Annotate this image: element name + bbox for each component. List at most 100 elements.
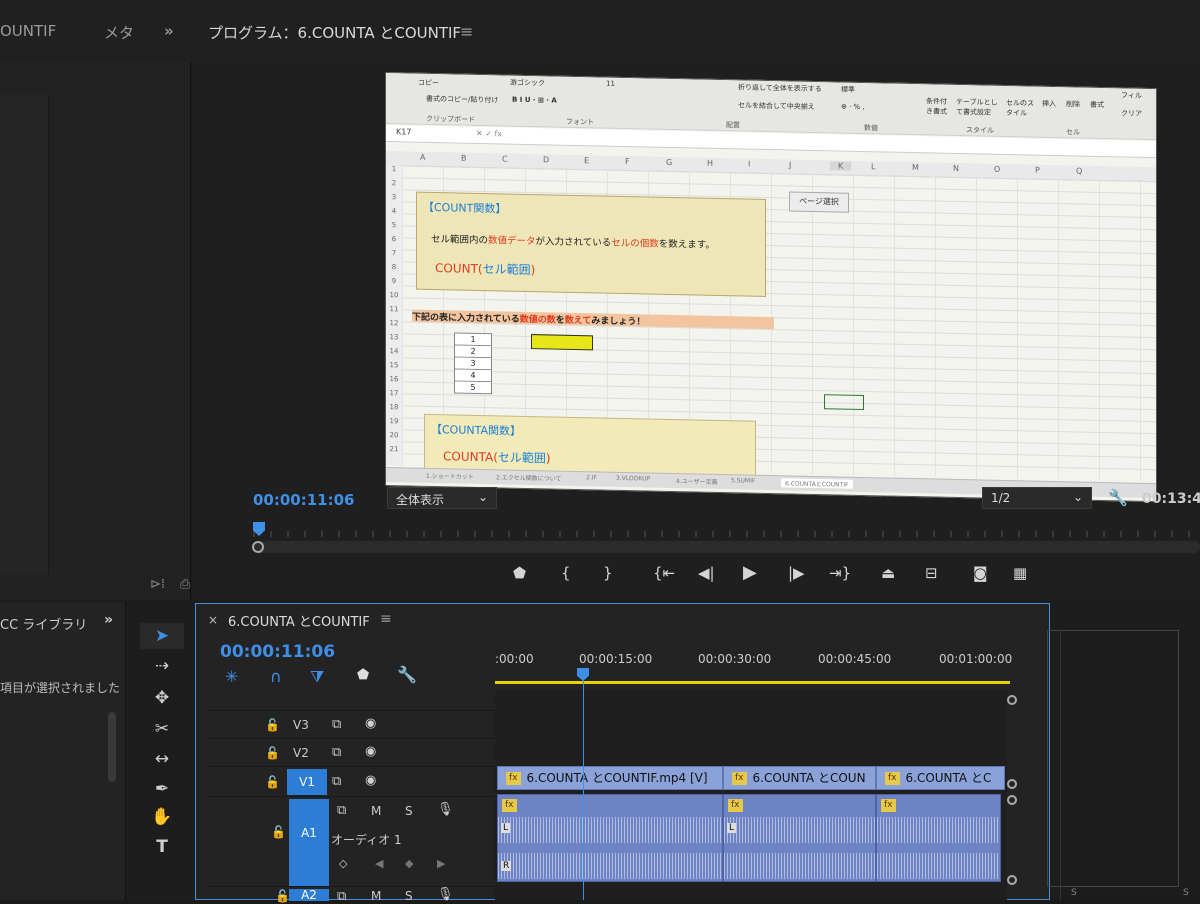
scroll-handle[interactable] [1007,875,1017,885]
extract-icon[interactable]: ⊟ [925,564,938,582]
linked-selection-icon[interactable]: ⧩ [310,667,324,687]
play-icon[interactable]: ▶ [743,562,757,583]
mute-button[interactable]: M [371,889,381,903]
camera-icon[interactable]: ◙ [973,564,988,582]
keyframe-icon[interactable]: ◇ [339,857,347,870]
column-header[interactable]: E [584,156,589,165]
track-label-active[interactable]: V1 [287,769,327,795]
row-header[interactable]: 17 [386,389,402,397]
playhead-timecode[interactable]: 00:00:11:06 [253,491,355,509]
chevrons-right-icon[interactable]: » [104,612,113,628]
sheet-tab[interactable]: 5.SUMIF [731,477,755,485]
slip-icon[interactable]: ↔ [140,746,184,772]
tab-source[interactable]: OUNTIF [0,22,56,40]
export-icon[interactable]: ⎙ [180,577,190,592]
step-forward-icon[interactable]: |▶ [788,564,805,582]
step-back-icon[interactable]: ◀| [698,564,715,582]
add-marker-icon[interactable]: ⬟ [357,667,369,683]
row-header[interactable]: 6 [386,235,402,243]
next-keyframe-icon[interactable]: ▶ [437,857,445,870]
row-header[interactable]: 16 [386,375,402,383]
resolution-dropdown[interactable]: 1/2 ⌄ [982,487,1092,509]
prev-keyframe-icon[interactable]: ◀ [375,857,383,870]
row-header[interactable]: 21 [386,445,402,453]
row-header[interactable]: 5 [386,221,402,229]
row-header[interactable]: 18 [386,403,402,411]
row-header[interactable]: 12 [386,319,402,327]
hand-icon[interactable]: ✋ [140,804,184,830]
column-header[interactable]: C [502,154,508,163]
video-clip[interactable]: fx 6.COUNTA とC [876,766,1005,790]
column-header[interactable]: O [994,165,1000,174]
track-label-active[interactable]: A1 [289,799,329,887]
sequence-tab[interactable]: 6.COUNTA とCOUNTIF [228,611,370,630]
column-header[interactable]: N [953,164,959,173]
row-header[interactable]: 8 [386,263,402,271]
sync-lock-icon[interactable]: ⧉ [332,745,341,760]
row-header[interactable]: 20 [386,431,402,439]
marker-icon[interactable]: ⬟ [513,564,526,582]
insert-icon[interactable]: ⊳⁞ [150,577,165,592]
lock-icon[interactable]: 🔓 [265,746,280,760]
row-header[interactable]: 13 [386,333,402,341]
out-point-icon[interactable]: } [603,564,613,582]
wrench-icon[interactable]: 🔧 [1108,488,1128,507]
row-header[interactable]: 11 [386,305,402,313]
row-header[interactable]: 2 [386,179,402,187]
lock-icon[interactable]: 🔓 [275,889,290,903]
add-keyframe-icon[interactable]: ◆ [405,857,413,870]
track-label[interactable]: V3 [293,718,309,732]
video-clip[interactable]: fx 6.COUNTA とCOUNTIF.mp4 [V] [497,766,723,790]
library-title[interactable]: CC ライブラリ [0,614,87,633]
nest-icon[interactable]: ✳ [225,667,238,686]
column-header[interactable]: Q [1076,166,1082,175]
column-header[interactable]: P [1035,166,1040,175]
column-header[interactable]: B [461,154,467,163]
zoom-scrollbar[interactable] [252,541,1200,553]
tab-metadata[interactable]: メタ [104,22,134,43]
in-point-icon[interactable]: { [561,564,571,582]
row-header[interactable]: 10 [386,291,402,299]
row-header[interactable]: 19 [386,417,402,425]
sheet-tab-active[interactable]: 6.COUNTAとCOUNTIF [781,478,853,489]
column-header[interactable]: K [830,161,852,171]
go-to-in-icon[interactable]: {⇤ [653,564,675,582]
scroll-handle[interactable] [1007,695,1017,705]
row-header[interactable]: 3 [386,193,402,201]
lock-icon[interactable]: 🔓 [265,718,280,732]
type-icon[interactable]: T [140,834,184,860]
solo-button[interactable]: S [405,804,413,818]
library-scrollbar[interactable] [108,712,116,782]
mute-button[interactable]: M [371,804,381,818]
column-header[interactable]: G [666,158,672,167]
eye-icon[interactable]: ◉ [365,744,376,759]
audio-clip[interactable]: fx L R [497,794,723,882]
fit-dropdown[interactable]: 全体表示 ⌄ [387,487,497,509]
row-header[interactable]: 15 [386,361,402,369]
solo-button[interactable]: S [405,889,413,903]
track-label[interactable]: V2 [293,746,309,760]
column-header[interactable]: H [707,159,713,168]
column-header[interactable]: J [789,160,791,169]
hamburger-icon[interactable]: ≡ [460,22,473,41]
sheet-tab[interactable]: 4.ユーザー定義 [676,476,718,486]
hamburger-icon[interactable]: ≡ [380,611,392,627]
audio-clip[interactable]: fx [876,794,1001,882]
scroll-handle[interactable] [252,541,264,553]
pen-icon[interactable]: ✒ [140,776,184,802]
audio-clip[interactable]: fx L [723,794,876,882]
track-select-icon[interactable]: ⇢ [140,653,184,679]
sync-lock-icon[interactable]: ⧉ [332,717,341,732]
page-select-button[interactable]: ページ選択 [789,191,849,213]
scroll-handle[interactable] [1007,795,1017,805]
chevrons-right-icon[interactable]: » [164,22,174,40]
sheet-tab[interactable]: 1.ショートカット [426,471,474,481]
microphone-icon[interactable]: 🎙 [437,802,454,817]
close-icon[interactable]: × [208,613,218,627]
sync-lock-icon[interactable]: ⧉ [337,803,346,818]
lock-icon[interactable]: 🔓 [265,775,280,789]
eye-icon[interactable]: ◉ [365,773,376,788]
column-header[interactable]: L [871,162,875,171]
row-header[interactable]: 7 [386,249,402,257]
sheet-tab[interactable]: 3.VLOOKUP [616,475,650,483]
